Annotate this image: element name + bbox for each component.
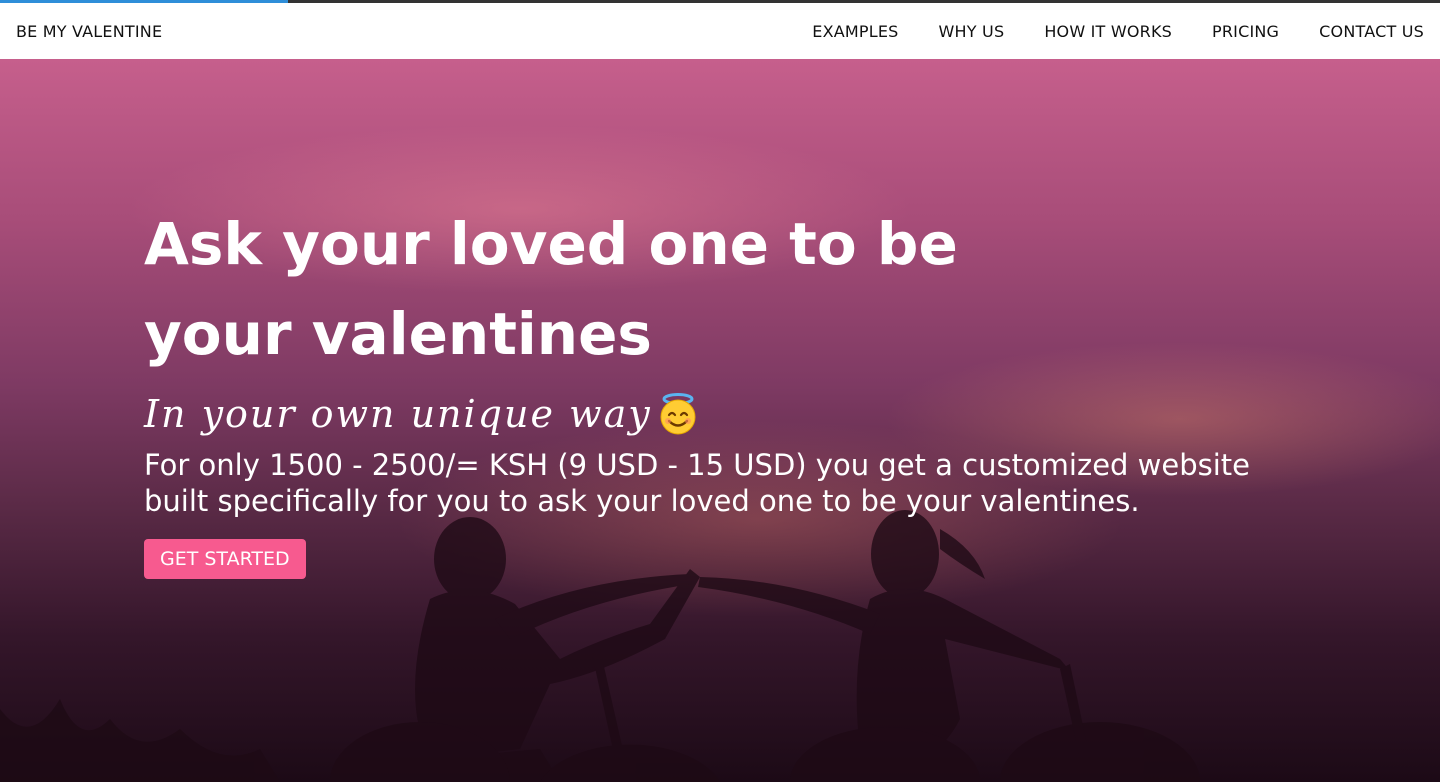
hero-section: Ask your loved one to be your valentines… <box>0 59 1440 782</box>
hero-tagline-text: In your own unique way <box>144 392 652 436</box>
nav-link-why-us[interactable]: WHY US <box>939 22 1005 41</box>
nav-link-examples[interactable]: EXAMPLES <box>812 22 898 41</box>
nav-link-pricing[interactable]: PRICING <box>1212 22 1279 41</box>
brand-link[interactable]: BE MY VALENTINE <box>16 22 162 41</box>
hero-content: Ask your loved one to be your valentines… <box>144 199 1264 579</box>
nav-link-how-it-works[interactable]: HOW IT WORKS <box>1044 22 1172 41</box>
hero-description: For only 1500 - 2500/= KSH (9 USD - 15 U… <box>144 448 1251 518</box>
smiling-face-with-halo-icon <box>656 392 700 436</box>
nav-links: EXAMPLES WHY US HOW IT WORKS PRICING CON… <box>812 22 1424 41</box>
hero-headline: Ask your loved one to be your valentines <box>144 210 958 368</box>
nav-link-contact-us[interactable]: CONTACT US <box>1319 22 1424 41</box>
hero-tagline: In your own unique way <box>144 389 1264 439</box>
navbar: BE MY VALENTINE EXAMPLES WHY US HOW IT W… <box>0 3 1440 59</box>
get-started-button[interactable]: GET STARTED <box>144 539 306 579</box>
